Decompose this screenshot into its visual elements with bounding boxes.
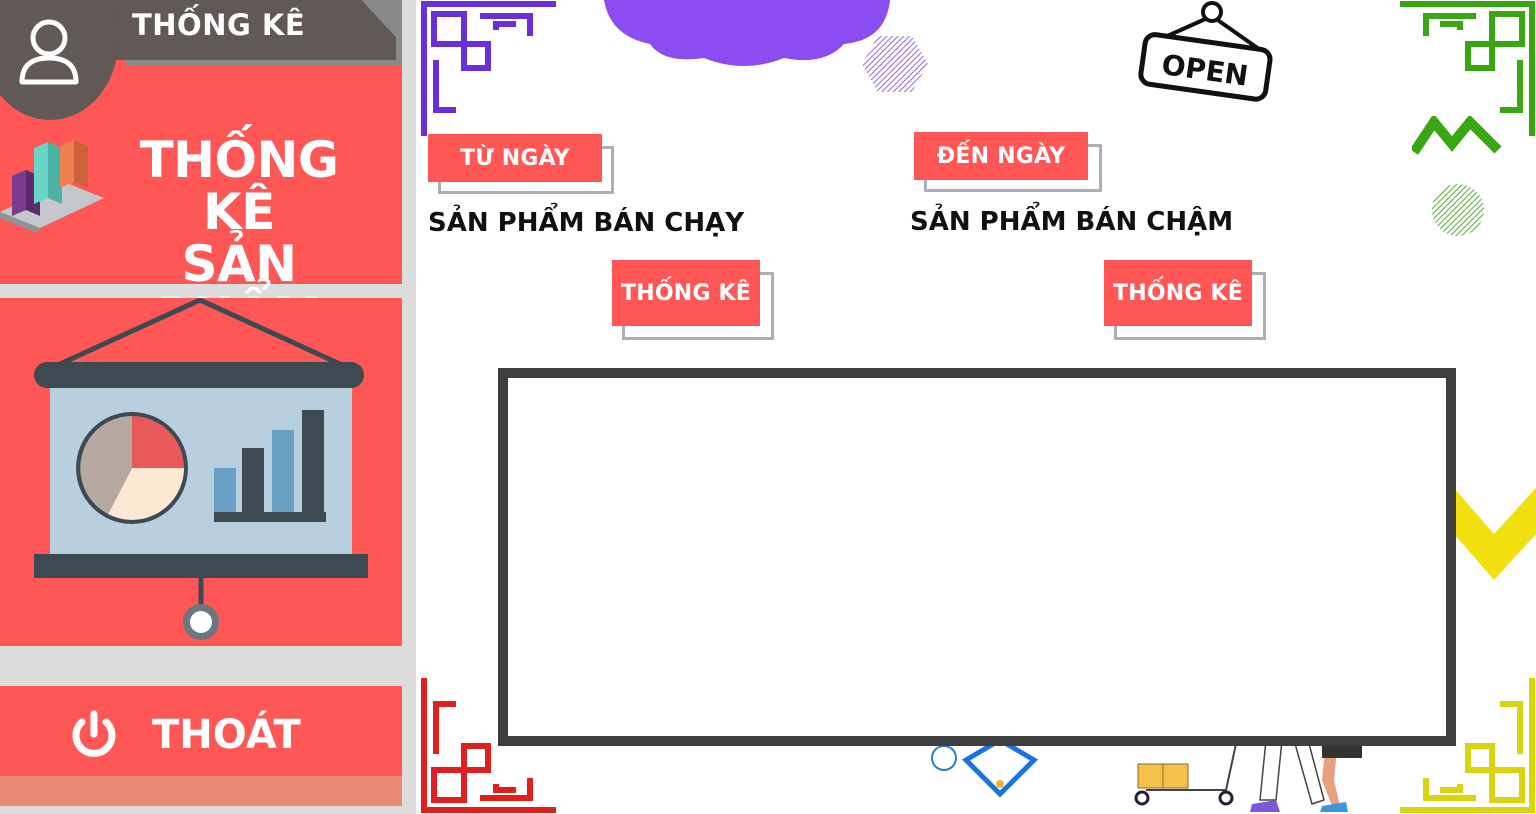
bar-chart-3d-icon <box>0 140 104 232</box>
exit-label[interactable]: THOÁT <box>152 712 301 758</box>
sidebar: THỐNG KÊ THỐNG KÊ SẢN PHẨM <box>0 0 416 814</box>
stat-slow-selling-button[interactable]: THỐNG KÊ <box>1104 260 1252 326</box>
user-avatar-icon[interactable] <box>16 18 82 88</box>
blue-diamond-decoration <box>931 740 1039 798</box>
open-sign-icon: OPEN <box>1138 1 1273 102</box>
green-hatched-circle-decoration <box>1432 184 1484 236</box>
page-title-line1: THỐNG KÊ <box>139 131 339 241</box>
app-window: THỐNG KÊ THỐNG KÊ SẢN PHẨM <box>0 0 1536 814</box>
slow-selling-label: SẢN PHẨM BÁN CHẬM <box>910 207 1234 237</box>
yellow-chevron-decoration <box>1454 488 1536 580</box>
sidebar-footer-strip <box>0 776 402 806</box>
presentation-board-illustration <box>34 298 368 640</box>
best-selling-label: SẢN PHẨM BÁN CHẠY <box>428 208 745 238</box>
from-date-button[interactable]: TỪ NGÀY <box>428 134 602 182</box>
to-date-button[interactable]: ĐẾN NGÀY <box>914 132 1088 180</box>
tab-title: THỐNG KÊ <box>132 8 306 42</box>
results-panel[interactable] <box>498 368 1456 746</box>
purple-cloud-decoration <box>604 0 890 66</box>
stat-best-selling-button[interactable]: THỐNG KÊ <box>612 260 760 326</box>
purple-corner-ornament <box>421 1 556 136</box>
green-zigzag-decoration <box>1412 116 1502 155</box>
shopping-cart-illustration <box>1130 740 1362 812</box>
hatched-hexagon-decoration <box>862 36 928 92</box>
power-icon[interactable] <box>68 708 120 760</box>
